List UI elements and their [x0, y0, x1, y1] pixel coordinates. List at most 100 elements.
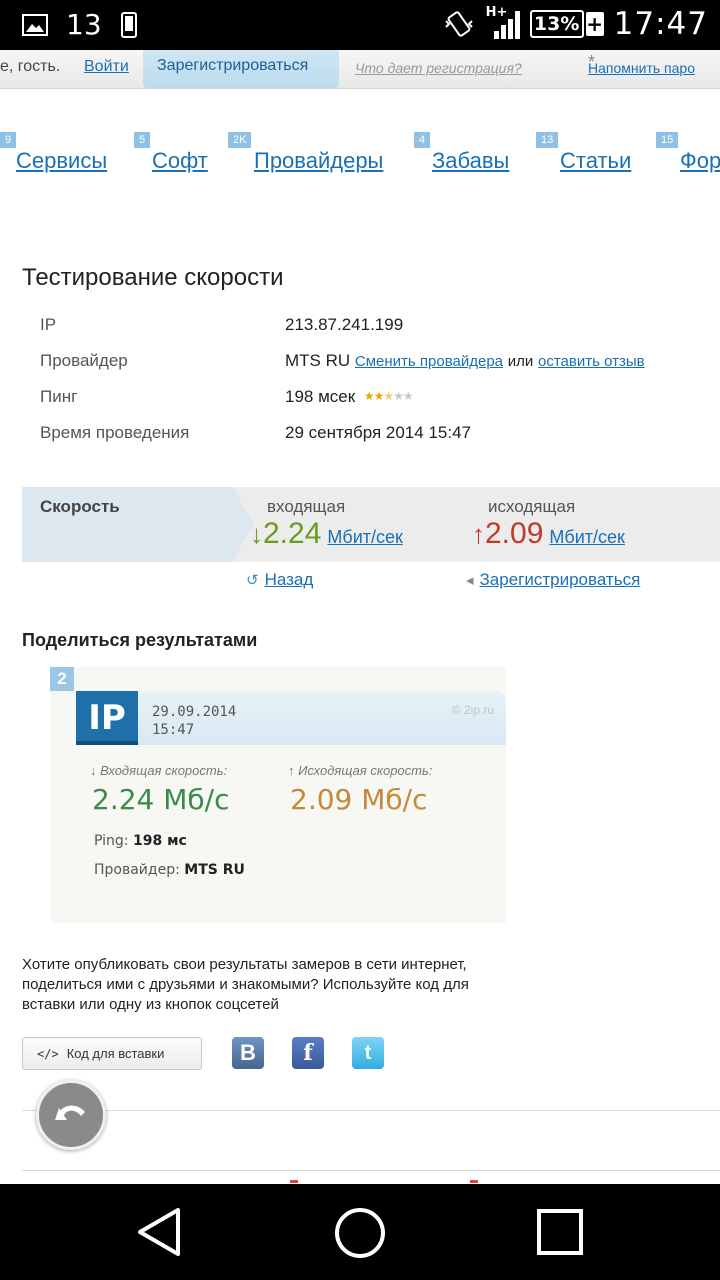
down-arrow-icon: ↓	[250, 519, 263, 549]
facebook-icon: f	[303, 1040, 313, 1066]
back-link[interactable]: Назад	[265, 570, 314, 589]
nav-badge: 5	[134, 132, 151, 148]
leave-review-link[interactable]: оставить отзыв	[538, 353, 645, 370]
main-nav: 9 Сервисы 5 Софт 2K Провайдеры 4 Забавы …	[0, 130, 720, 190]
up-arrow-icon: ↑	[472, 519, 485, 549]
speed-result-bar: Скорость входящая ↓2.24 Мбит/сек исходяща…	[22, 487, 720, 562]
code-icon: </>	[37, 1047, 59, 1061]
incoming-value: 2.24	[263, 517, 322, 550]
gallery-icon	[22, 13, 48, 36]
ping-value: 198 мсек	[285, 387, 356, 406]
ping-label: Пинг	[40, 387, 78, 406]
twitter-icon: t	[364, 1042, 372, 1064]
register-tab[interactable]: Зарегистрироваться	[143, 50, 339, 88]
card-in-label: ↓ Входящая скорость:	[90, 763, 228, 778]
back-action[interactable]: ↺ Назад	[246, 570, 313, 590]
nav-label[interactable]: Забавы	[432, 148, 509, 174]
cut-off-text	[290, 1180, 298, 1183]
card-badge: 2	[50, 667, 74, 691]
incoming-speed: ↓2.24 Мбит/сек	[250, 517, 403, 551]
share-title: Поделиться результатами	[22, 630, 258, 650]
card-provider-label: Провайдер:	[94, 862, 180, 878]
nav-badge: 4	[414, 132, 431, 148]
twitter-share-button[interactable]: t	[352, 1037, 384, 1069]
nav-badge: 2K	[228, 132, 252, 148]
card-ping: Ping: 198 мс	[94, 833, 187, 849]
card-ping-value: 198 мс	[132, 833, 187, 849]
nav-label[interactable]: Статьи	[560, 148, 631, 174]
clock: 17:47	[613, 6, 708, 42]
outgoing-value: 2.09	[485, 517, 544, 550]
remind-password-link[interactable]: Напомнить паро	[588, 60, 695, 76]
battery-charging: +	[585, 12, 604, 36]
divider	[22, 1110, 720, 1111]
nav-label[interactable]: Софт	[152, 148, 208, 174]
ping-row: 198 мсек ★★★★★	[285, 387, 414, 407]
login-bar: е, гость. Войти Зарегистрироваться Что д…	[0, 50, 720, 89]
nav-badge: 15	[656, 132, 679, 148]
recents-icon[interactable]	[536, 1208, 584, 1256]
card-in-value: 2.24 Мб/с	[92, 783, 230, 816]
signal-icon: H+	[486, 5, 520, 41]
time-value: 29 сентября 2014 15:47	[285, 423, 471, 442]
ip-logo: IP	[76, 691, 138, 745]
nav-badge: 13	[536, 132, 559, 148]
embed-label: Код для вставки	[66, 1046, 165, 1061]
back-fab-button[interactable]	[36, 1080, 106, 1150]
page-title: Тестирование скорости	[22, 264, 284, 291]
plug-icon: ◂	[466, 572, 474, 589]
status-bar: 13 H+ 13% + 17:47	[0, 0, 720, 50]
embed-code-button[interactable]: </> Код для вставки	[22, 1037, 202, 1070]
card-out-label: ↑ Исходящая скорость:	[288, 763, 433, 778]
vibrate-icon	[444, 11, 473, 37]
notification-count: 13	[66, 8, 102, 41]
outgoing-label: исходящая	[488, 497, 576, 516]
nav-label[interactable]: Фор	[680, 148, 720, 174]
rating-stars-icon: ★★★★★	[363, 389, 414, 403]
back-arrow-icon	[55, 1105, 85, 1120]
home-icon[interactable]	[333, 1206, 387, 1260]
facebook-share-button[interactable]: f	[292, 1037, 324, 1069]
ip-label: IP	[40, 315, 57, 334]
back-arrow-icon: ↺	[246, 572, 259, 589]
what-register-link[interactable]: Что дает регистрация?	[355, 60, 522, 76]
outgoing-unit-link[interactable]: Мбит/сек	[549, 527, 625, 547]
card-provider: Провайдер: MTS RU	[94, 862, 245, 878]
nav-label[interactable]: Провайдеры	[254, 148, 383, 174]
divider	[22, 1170, 720, 1171]
login-link[interactable]: Войти	[84, 58, 129, 76]
vk-icon: B	[240, 1040, 256, 1065]
phone-icon	[120, 11, 137, 38]
or-text: или	[507, 353, 534, 370]
share-description: Хотите опубликовать свои результаты заме…	[22, 956, 469, 1013]
card-datetime: 29.09.2014 15:47	[152, 703, 236, 739]
time-label: Время проведения	[40, 423, 190, 442]
result-card-image: 2 IP 29.09.2014 15:47 © 2ip.ru ↓ Входяща…	[50, 667, 506, 923]
cut-off-text	[470, 1180, 478, 1183]
provider-value: MTS RU	[285, 351, 351, 370]
ip-value: 213.87.241.199	[285, 315, 404, 334]
greeting: е, гость.	[0, 58, 61, 75]
nav-badge: 9	[0, 132, 17, 148]
register-link[interactable]: Зарегистрироваться	[480, 570, 641, 589]
change-provider-link[interactable]: Сменить провайдера	[355, 353, 503, 370]
speed-label: Скорость	[40, 497, 120, 516]
battery-icon: 13% +	[529, 10, 604, 38]
card-time: 15:47	[152, 722, 195, 738]
card-copyright: © 2ip.ru	[451, 703, 494, 717]
outgoing-speed: ↑2.09 Мбит/сек	[472, 517, 625, 551]
provider-label: Провайдер	[40, 351, 128, 370]
card-ping-label: Ping:	[94, 833, 129, 849]
card-header: IP 29.09.2014 15:47 © 2ip.ru	[76, 691, 506, 745]
back-icon[interactable]	[134, 1206, 184, 1258]
register-action[interactable]: ◂ Зарегистрироваться	[466, 570, 640, 590]
system-nav-bar	[0, 1184, 720, 1280]
card-out-value: 2.09 Мб/с	[290, 783, 428, 816]
incoming-label: входящая	[267, 497, 346, 516]
nav-label[interactable]: Сервисы	[16, 148, 107, 174]
provider-row: MTS RU Сменить провайдера или оставить о…	[285, 351, 645, 371]
card-provider-value: MTS RU	[184, 862, 245, 878]
card-date: 29.09.2014	[152, 704, 237, 720]
vk-share-button[interactable]: B	[232, 1037, 264, 1069]
incoming-unit-link[interactable]: Мбит/сек	[327, 527, 403, 547]
